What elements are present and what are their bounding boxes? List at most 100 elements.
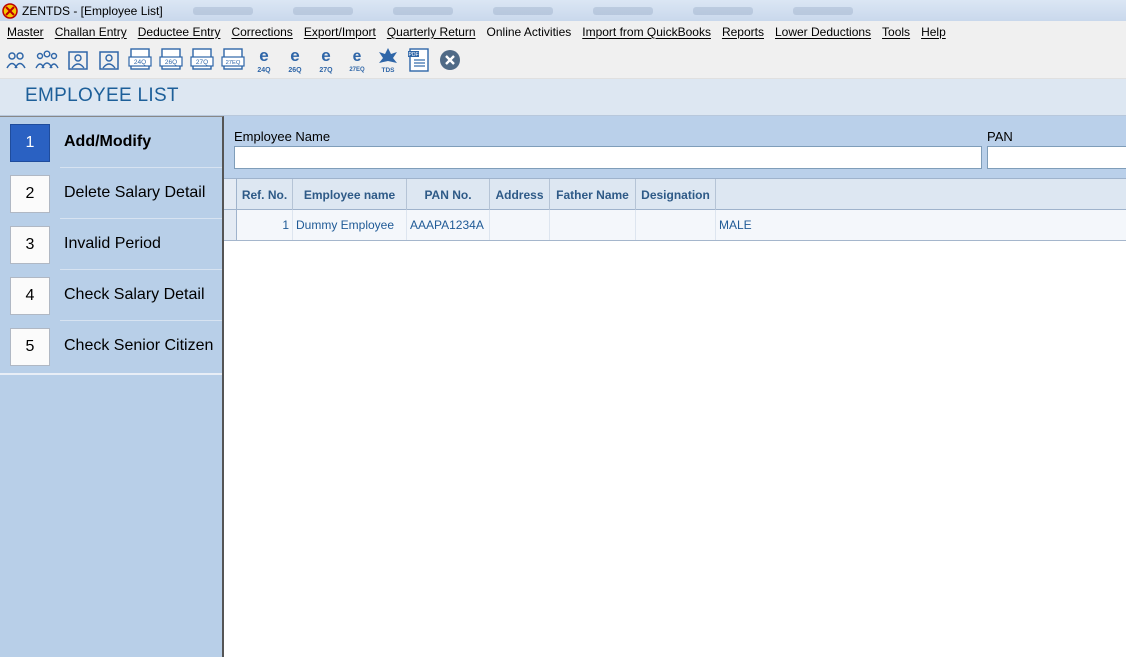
table-row[interactable]: 1 Dummy Employee AAAPA1234A MALE <box>224 210 1126 241</box>
sidebar-item-number: 5 <box>10 328 50 366</box>
page-header: EMPLOYEE LIST <box>0 79 1126 116</box>
column-father-name[interactable]: Father Name <box>550 179 636 210</box>
e-return-24q-button[interactable]: e 24Q <box>252 46 276 74</box>
row-selector[interactable] <box>224 210 237 240</box>
e-return-27eq-icon: e 27EQ <box>349 48 365 73</box>
svg-text:27EQ: 27EQ <box>226 60 241 66</box>
employee-name-label: Employee Name <box>234 129 331 144</box>
cell-designation <box>636 210 716 240</box>
employee-name-input[interactable] <box>234 146 982 169</box>
svg-text:TDS: TDS <box>382 67 396 74</box>
form-26q-icon: 26Q <box>159 48 183 70</box>
cell-ref-no: 1 <box>237 210 293 240</box>
menu-reports[interactable]: Reports <box>718 25 768 39</box>
form-27q-button[interactable]: 27Q <box>190 46 214 74</box>
deductor-button[interactable] <box>4 46 28 74</box>
svg-text:24Q: 24Q <box>134 59 146 66</box>
sidebar-item-check-salary-detail[interactable]: 4 Check Salary Detail <box>0 270 222 321</box>
column-address[interactable]: Address <box>490 179 550 210</box>
deductee-button[interactable] <box>66 46 90 74</box>
cell-pan: AAAPA1234A <box>407 210 490 240</box>
svg-text:e: e <box>259 46 268 65</box>
pan-input[interactable] <box>987 146 1126 169</box>
svg-text:e: e <box>321 46 330 65</box>
sidebar-item-number: 2 <box>10 175 50 213</box>
e-return-26q-icon: e 26Q <box>288 46 302 74</box>
menu-tools[interactable]: Tools <box>878 25 914 39</box>
sidebar-item-check-senior-citizen[interactable]: 5 Check Senior Citizen <box>0 321 222 372</box>
menu-master[interactable]: Master <box>3 25 48 39</box>
svg-text:27Q: 27Q <box>196 59 208 66</box>
svg-text:27Q: 27Q <box>319 67 333 74</box>
menu-challan-entry[interactable]: Challan Entry <box>51 25 131 39</box>
employees-button[interactable] <box>35 46 59 74</box>
form-27eq-icon: 27EQ <box>221 48 245 70</box>
divider <box>0 373 222 375</box>
salary-button[interactable] <box>97 46 121 74</box>
close-icon <box>440 50 460 70</box>
menu-lower-deductions[interactable]: Lower Deductions <box>771 25 875 39</box>
tds-button[interactable]: TDS <box>376 46 400 74</box>
close-button[interactable] <box>438 46 462 74</box>
sidebar-item-label: Check Senior Citizen <box>64 337 214 354</box>
menu-help[interactable]: Help <box>917 25 950 39</box>
cell-father-name <box>550 210 636 240</box>
svg-text:26Q: 26Q <box>288 67 302 74</box>
column-designation[interactable]: Designation <box>636 179 716 210</box>
column-ref-no[interactable]: Ref. No. <box>237 179 293 210</box>
e-return-27q-button[interactable]: e 27Q <box>314 46 338 74</box>
window-title: ZENTDS - [Employee List] <box>22 3 163 18</box>
form-24q-icon: 24Q <box>128 48 152 70</box>
user-card-icon <box>68 51 88 70</box>
person-icon <box>6 52 26 69</box>
search-panel: Employee Name PAN <box>224 116 1126 178</box>
svg-text:PDF: PDF <box>409 52 419 58</box>
menu-corrections[interactable]: Corrections <box>227 25 296 39</box>
menu-deductee-entry[interactable]: Deductee Entry <box>134 25 225 39</box>
e-return-27q-icon: e 27Q <box>319 46 333 74</box>
form-27q-icon: 27Q <box>190 48 214 70</box>
pdf-button[interactable]: PDF <box>407 46 431 74</box>
svg-text:e: e <box>353 48 362 65</box>
pan-label: PAN <box>987 129 1013 144</box>
menu-export-import[interactable]: Export/Import <box>300 25 380 39</box>
e-return-27eq-button[interactable]: e 27EQ <box>345 46 369 74</box>
cell-gender: MALE <box>719 218 752 232</box>
menu-quarterly-return[interactable]: Quarterly Return <box>383 25 480 39</box>
sidebar-item-label: Invalid Period <box>64 235 161 252</box>
tds-icon: TDS <box>379 48 397 74</box>
sidebar-item-label: Delete Salary Detail <box>64 184 206 201</box>
form-24q-button[interactable]: 24Q <box>128 46 152 74</box>
menu-import-quickbooks[interactable]: Import from QuickBooks <box>578 25 715 39</box>
svg-text:26Q: 26Q <box>165 59 177 66</box>
sidebar-item-number: 3 <box>10 226 50 264</box>
column-pan-no[interactable]: PAN No. <box>407 179 490 210</box>
cell-address <box>490 210 550 240</box>
table-header: Ref. No. Employee name PAN No. Address F… <box>224 178 1126 210</box>
sidebar-item-add-modify[interactable]: 1 Add/Modify <box>0 117 222 168</box>
e-return-26q-button[interactable]: e 26Q <box>283 46 307 74</box>
column-employee-name[interactable]: Employee name <box>293 179 407 210</box>
sidebar-item-delete-salary-detail[interactable]: 2 Delete Salary Detail <box>0 168 222 219</box>
pdf-document-icon: PDF <box>408 48 429 72</box>
toolbar: 24Q 26Q 27Q 27EQ e 24Q e 26Q e 27Q e 27EQ TD… <box>0 42 1126 79</box>
e-return-24q-icon: e 24Q <box>257 46 271 74</box>
group-icon <box>35 50 59 69</box>
sidebar-item-invalid-period[interactable]: 3 Invalid Period <box>0 219 222 270</box>
sidebar-item-label: Add/Modify <box>64 133 152 150</box>
svg-text:24Q: 24Q <box>257 67 271 74</box>
sidebar-item-number: 1 <box>10 124 50 162</box>
svg-text:e: e <box>290 46 299 65</box>
employee-table: Ref. No. Employee name PAN No. Address F… <box>224 178 1126 657</box>
row-header-corner <box>224 179 237 209</box>
svg-text:27EQ: 27EQ <box>349 67 365 73</box>
zentds-app-icon <box>2 2 18 19</box>
menu-online-activities[interactable]: Online Activities <box>483 25 576 39</box>
form-27eq-button[interactable]: 27EQ <box>221 46 245 74</box>
background-tabs <box>192 6 853 15</box>
sidebar-item-number: 4 <box>10 277 50 315</box>
form-26q-button[interactable]: 26Q <box>159 46 183 74</box>
sidebar-item-label: Check Salary Detail <box>64 286 205 303</box>
menu-bar: Master Challan Entry Deductee Entry Corr… <box>0 21 1126 42</box>
user-card-icon <box>99 51 119 70</box>
